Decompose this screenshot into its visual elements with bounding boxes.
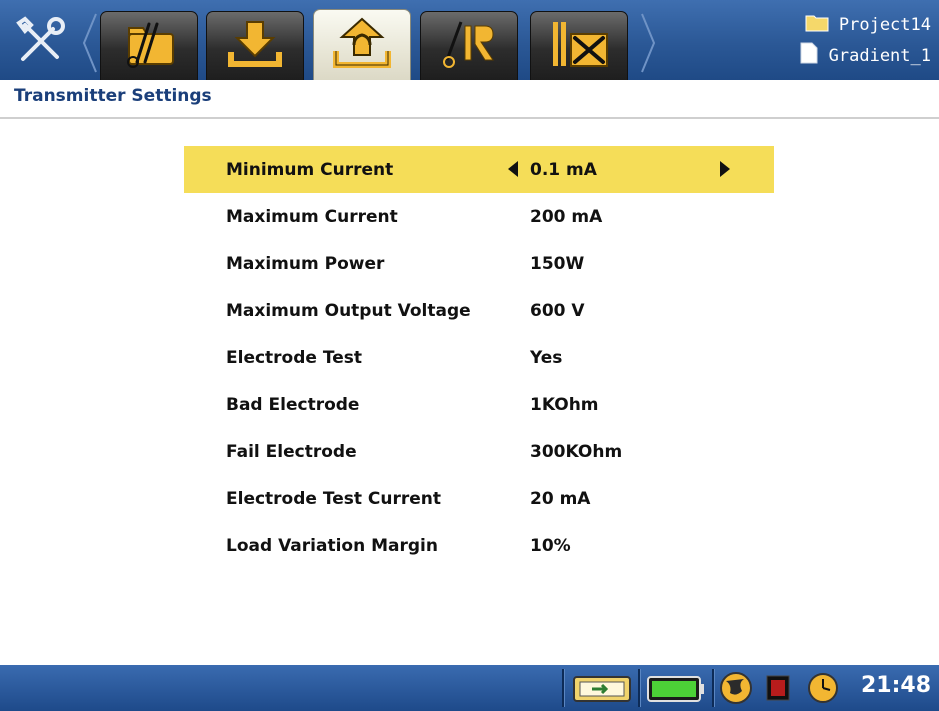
setting-label: Minimum Current <box>226 159 394 180</box>
settings-list: Minimum Current 0.1 mA Maximum Current 2… <box>184 146 774 569</box>
setting-label: Electrode Test Current <box>226 488 441 509</box>
setting-row-electrode-test-current[interactable]: Electrode Test Current 20 mA <box>184 475 774 522</box>
page-title: Transmitter Settings <box>14 86 212 106</box>
setting-row-minimum-current[interactable]: Minimum Current 0.1 mA <box>184 146 774 193</box>
clock-time: 21:48 <box>860 673 931 698</box>
tab-project[interactable] <box>100 11 198 80</box>
clock-icon <box>805 671 841 705</box>
record-indicator-icon <box>763 671 793 705</box>
setting-value: Yes <box>530 347 563 368</box>
setting-value: 300KOhm <box>530 441 623 462</box>
setting-value: 10% <box>530 535 571 556</box>
status-divider <box>712 669 714 707</box>
tab-download[interactable] <box>206 11 304 80</box>
project-name: Project14 <box>838 14 931 35</box>
setting-value: 0.1 mA <box>530 159 597 180</box>
file-name: Gradient_1 <box>828 45 931 66</box>
status-divider <box>638 669 640 707</box>
setting-value: 600 V <box>530 300 585 321</box>
tab-upload[interactable] <box>313 9 411 80</box>
file-icon <box>799 42 819 69</box>
external-power-icon <box>570 671 634 705</box>
setting-row-maximum-output-voltage[interactable]: Maximum Output Voltage 600 V <box>184 287 774 334</box>
setting-row-maximum-power[interactable]: Maximum Power 150W <box>184 240 774 287</box>
setting-row-bad-electrode[interactable]: Bad Electrode 1KOhm <box>184 381 774 428</box>
setting-label: Maximum Current <box>226 206 398 227</box>
top-toolbar: Project14 Gradient_1 <box>0 0 939 80</box>
setting-label: Maximum Output Voltage <box>226 300 471 321</box>
battery-icon <box>645 671 707 705</box>
setting-label: Fail Electrode <box>226 441 357 462</box>
arrow-left-icon[interactable] <box>506 160 520 183</box>
tab-ip[interactable] <box>420 11 518 80</box>
project-info: Project14 Gradient_1 <box>755 8 931 74</box>
tools-icon[interactable] <box>10 10 72 72</box>
setting-value: 20 mA <box>530 488 591 509</box>
upload-icon <box>330 15 394 75</box>
ip-measurement-icon <box>439 18 499 74</box>
setting-label: Maximum Power <box>226 253 385 274</box>
status-bar: 21:48 <box>0 665 939 711</box>
setting-label: Load Variation Margin <box>226 535 438 556</box>
setting-row-load-variation-margin[interactable]: Load Variation Margin 10% <box>184 522 774 569</box>
setting-row-fail-electrode[interactable]: Fail Electrode 300KOhm <box>184 428 774 475</box>
title-divider <box>0 117 939 119</box>
setting-value: 1KOhm <box>530 394 599 415</box>
setting-label: Electrode Test <box>226 347 362 368</box>
tab-equipment[interactable] <box>530 11 628 80</box>
setting-value: 200 mA <box>530 206 603 227</box>
setting-value: 150W <box>530 253 585 274</box>
chevron-right-icon[interactable] <box>638 10 658 76</box>
setting-label: Bad Electrode <box>226 394 360 415</box>
arrow-right-icon[interactable] <box>718 160 732 183</box>
equipment-tools-icon <box>547 18 611 74</box>
chevron-left-icon[interactable] <box>80 10 100 76</box>
setting-row-electrode-test[interactable]: Electrode Test Yes <box>184 334 774 381</box>
gps-globe-icon <box>716 671 756 705</box>
folder-icon <box>805 12 829 37</box>
setting-row-maximum-current[interactable]: Maximum Current 200 mA <box>184 193 774 240</box>
download-icon <box>225 18 285 74</box>
project-folder-icon <box>119 18 179 74</box>
status-divider <box>562 669 564 707</box>
